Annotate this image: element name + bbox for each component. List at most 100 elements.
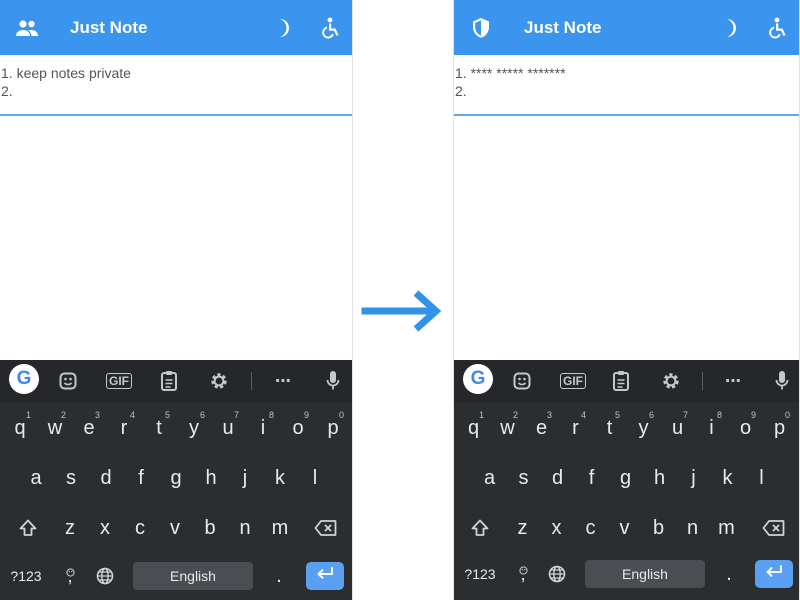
google-icon[interactable]: G	[9, 364, 39, 394]
key-o[interactable]: o9	[281, 408, 315, 448]
key-u[interactable]: u7	[211, 408, 245, 448]
toolbar-divider	[251, 372, 252, 390]
key-t[interactable]: t5	[593, 408, 626, 448]
key-q[interactable]: q1	[457, 408, 490, 448]
key-k[interactable]: k	[263, 458, 297, 498]
comma-key[interactable]: ,	[507, 558, 539, 590]
people-icon[interactable]	[14, 15, 40, 41]
symbols-key[interactable]: ?123	[458, 558, 502, 590]
key-c[interactable]: c	[123, 508, 157, 548]
key-i[interactable]: i8	[695, 408, 728, 448]
gif-icon[interactable]: GIF	[106, 368, 132, 394]
mic-icon[interactable]	[326, 368, 340, 394]
key-l[interactable]: l	[745, 458, 778, 498]
settings-icon[interactable]	[661, 368, 681, 394]
key-f[interactable]: f	[124, 458, 158, 498]
key-p[interactable]: p0	[763, 408, 796, 448]
key-row-3: z x c v b n m	[454, 508, 799, 558]
sticker-icon[interactable]	[512, 368, 532, 394]
period-key[interactable]: .	[716, 558, 742, 590]
key-j[interactable]: j	[228, 458, 262, 498]
key-c[interactable]: c	[574, 508, 607, 548]
shift-icon[interactable]	[10, 508, 46, 548]
gif-icon[interactable]: GIF	[560, 368, 586, 394]
note-editor[interactable]: 1. **** ***** ******* 2.	[454, 64, 799, 116]
moon-icon[interactable]	[717, 15, 743, 41]
spacebar[interactable]: English	[133, 562, 253, 590]
key-w[interactable]: w2	[38, 408, 72, 448]
key-g[interactable]: g	[159, 458, 193, 498]
settings-icon[interactable]	[209, 368, 229, 394]
key-row-1: q1 w2 e3 r4 t5 y6 u7 i8 o9 p0	[0, 408, 352, 458]
key-d[interactable]: d	[89, 458, 123, 498]
symbols-key[interactable]: ?123	[4, 560, 48, 592]
app-title: Just Note	[524, 17, 602, 37]
backspace-icon[interactable]	[754, 508, 794, 548]
sticker-icon[interactable]	[58, 368, 78, 394]
shift-icon[interactable]	[462, 508, 498, 548]
key-p[interactable]: p0	[316, 408, 350, 448]
enter-key[interactable]	[755, 560, 793, 588]
key-n[interactable]: n	[228, 508, 262, 548]
spacebar[interactable]: English	[585, 560, 705, 588]
key-e[interactable]: e3	[72, 408, 106, 448]
key-g[interactable]: g	[609, 458, 642, 498]
key-h[interactable]: h	[194, 458, 228, 498]
moon-icon[interactable]	[270, 15, 296, 41]
key-o[interactable]: o9	[729, 408, 762, 448]
key-s[interactable]: s	[507, 458, 540, 498]
key-j[interactable]: j	[677, 458, 710, 498]
enter-key[interactable]	[306, 562, 344, 590]
key-z[interactable]: z	[506, 508, 539, 548]
key-q[interactable]: q1	[3, 408, 37, 448]
note-line-2: 2.	[1, 83, 13, 99]
shield-icon[interactable]	[468, 15, 494, 41]
key-n[interactable]: n	[676, 508, 709, 548]
backspace-icon[interactable]	[306, 508, 346, 548]
globe-icon[interactable]	[90, 560, 120, 592]
accessibility-icon[interactable]	[316, 15, 342, 41]
key-b[interactable]: b	[193, 508, 227, 548]
key-v[interactable]: v	[158, 508, 192, 548]
key-v[interactable]: v	[608, 508, 641, 548]
key-t[interactable]: t5	[142, 408, 176, 448]
key-w[interactable]: w2	[491, 408, 524, 448]
key-l[interactable]: l	[298, 458, 332, 498]
clipboard-icon[interactable]	[612, 368, 630, 394]
enter-icon	[764, 564, 784, 584]
period-key[interactable]: .	[266, 560, 292, 592]
key-k[interactable]: k	[711, 458, 744, 498]
key-d[interactable]: d	[541, 458, 574, 498]
globe-icon[interactable]	[542, 558, 572, 590]
key-b[interactable]: b	[642, 508, 675, 548]
key-y[interactable]: y6	[177, 408, 211, 448]
key-a[interactable]: a	[19, 458, 53, 498]
note-editor[interactable]: 1. keep notes private 2.	[0, 64, 352, 116]
accessibility-icon[interactable]	[763, 15, 789, 41]
key-u[interactable]: u7	[661, 408, 694, 448]
key-e[interactable]: e3	[525, 408, 558, 448]
key-x[interactable]: x	[88, 508, 122, 548]
phone-before: Just Note 1. keep notes private 2. G GIF	[0, 0, 353, 600]
key-h[interactable]: h	[643, 458, 676, 498]
key-y[interactable]: y6	[627, 408, 660, 448]
key-s[interactable]: s	[54, 458, 88, 498]
clipboard-icon[interactable]	[160, 368, 178, 394]
more-icon[interactable]: ⋯	[722, 368, 744, 394]
key-a[interactable]: a	[473, 458, 506, 498]
mic-icon[interactable]	[775, 368, 789, 394]
key-f[interactable]: f	[575, 458, 608, 498]
note-line-1: 1. keep notes private	[1, 65, 131, 81]
google-icon[interactable]: G	[463, 364, 493, 394]
key-r[interactable]: r4	[559, 408, 592, 448]
key-r[interactable]: r4	[107, 408, 141, 448]
key-m[interactable]: m	[710, 508, 743, 548]
key-m[interactable]: m	[263, 508, 297, 548]
comma-key[interactable]: ,	[54, 560, 86, 592]
more-icon[interactable]: ⋯	[272, 368, 294, 394]
note-line-2: 2.	[455, 83, 467, 99]
key-i[interactable]: i8	[246, 408, 280, 448]
key-z[interactable]: z	[53, 508, 87, 548]
key-x[interactable]: x	[540, 508, 573, 548]
enter-icon	[315, 566, 335, 586]
